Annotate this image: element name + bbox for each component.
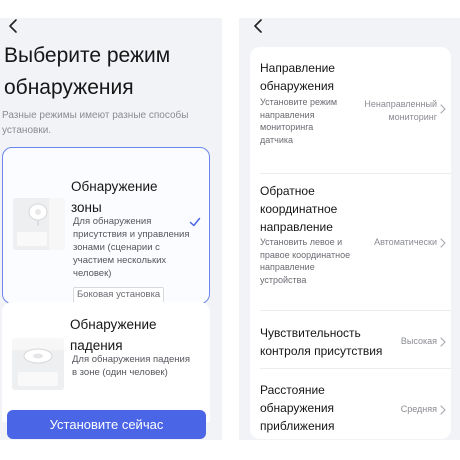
mode-selection-screen: Выберите режим обнаружения Разные режимы… — [0, 18, 222, 440]
settings-list: Направление обнаружения Установите режим… — [250, 47, 451, 439]
setting-value: Ненаправленный мониторинг — [364, 99, 437, 122]
setting-value: Автоматически — [374, 237, 437, 247]
setting-value: Высокая — [400, 336, 437, 346]
back-icon — [254, 19, 262, 33]
zone-detection-card[interactable]: Обнаружение зоны Для обнаружения присутс… — [2, 147, 210, 304]
setting-description: Установите режим направления мониторинга… — [260, 97, 338, 145]
setting-approach-distance[interactable]: Расстояние обнаружения приближения Средн… — [250, 369, 451, 439]
page-subtitle: Разные режимы имеют разные способы устан… — [2, 110, 189, 136]
back-button[interactable] — [251, 18, 267, 34]
setting-title: Чувствительность контроля присутствия — [260, 326, 383, 358]
detection-settings-screen: Направление обнаружения Установите режим… — [239, 18, 460, 440]
back-icon — [9, 19, 17, 33]
setting-presence-sensitivity[interactable]: Чувствительность контроля присутствия Вы… — [250, 311, 451, 367]
check-icon — [189, 217, 201, 227]
setting-reverse-coordinate-direction[interactable]: Обратное координатное направление Устано… — [250, 174, 451, 309]
chevron-right-icon — [440, 238, 446, 248]
back-button[interactable] — [6, 18, 22, 34]
chevron-right-icon — [440, 104, 446, 114]
card-title: Обнаружение зоны — [71, 179, 158, 215]
install-now-button[interactable]: Установите сейчас — [7, 410, 206, 439]
setting-title: Расстояние обнаружения приближения — [260, 383, 335, 433]
chevron-right-icon — [440, 337, 446, 347]
fall-detection-card[interactable]: Обнаружение падения Для обнаружения паде… — [2, 302, 210, 422]
setting-detection-direction[interactable]: Направление обнаружения Установите режим… — [250, 47, 451, 173]
setting-value: Средняя — [400, 404, 437, 414]
ceiling-sensor-image — [12, 338, 64, 390]
setting-title: Направление обнаружения — [260, 61, 335, 93]
setting-description: Установить левое и правое координатное н… — [260, 237, 351, 285]
card-description: Для обнаружения присутствия и управления… — [73, 216, 190, 279]
page-title: Выберите режим обнаружения — [4, 44, 171, 99]
card-title: Обнаружение падения — [70, 317, 157, 353]
card-description: Для обнаружения падения в зоне (один чел… — [72, 354, 190, 378]
setting-title: Обратное координатное направление — [260, 184, 338, 234]
chevron-right-icon — [440, 405, 446, 415]
install-type-badge: Боковая установка — [73, 287, 165, 303]
side-mount-sensor-image — [13, 198, 65, 250]
